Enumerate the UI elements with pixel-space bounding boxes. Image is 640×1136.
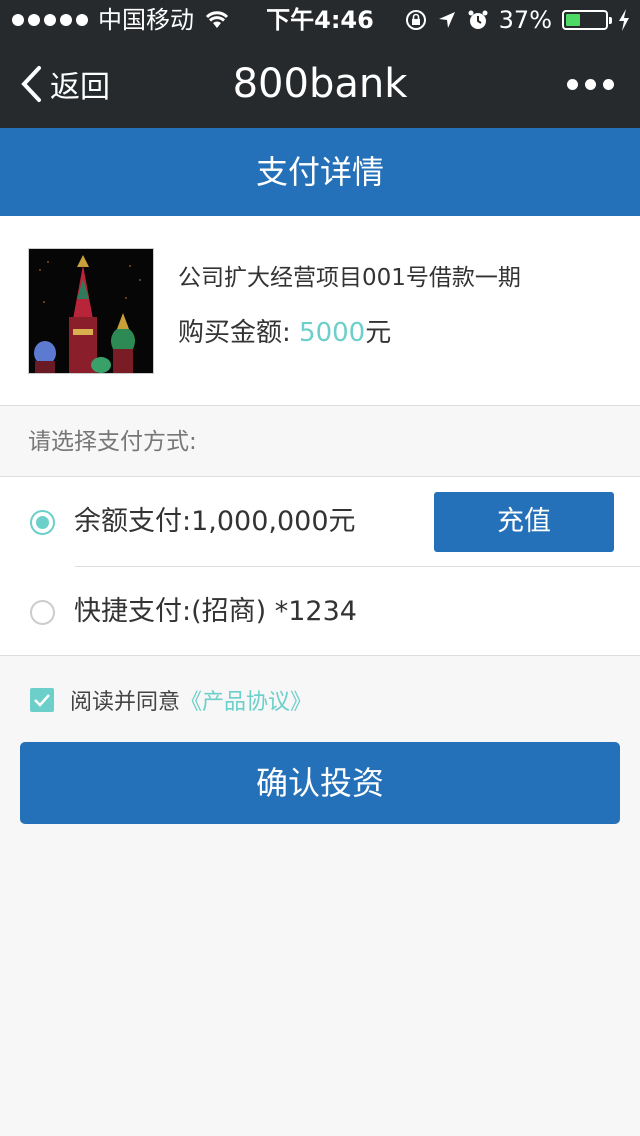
radio-selected-icon[interactable]	[30, 510, 55, 535]
agreement-text: 阅读并同意	[70, 690, 181, 715]
rotation-lock-icon	[405, 10, 426, 30]
payment-option-balance[interactable]: 余额支付:1,000,000元 充值	[0, 477, 640, 567]
agreement-row: 阅读并同意 《产品协议》	[30, 684, 312, 716]
recharge-button[interactable]: 充值	[434, 492, 614, 552]
nav-title: 800bank	[232, 61, 408, 107]
charging-bolt-icon	[619, 9, 629, 31]
payment-method-hint: 请选择支付方式:	[0, 407, 640, 477]
product-image	[28, 248, 154, 374]
product-name: 公司扩大经营项目001号借款一期	[178, 265, 521, 291]
nav-bar: 返回 800bank	[0, 40, 640, 128]
alarm-icon	[468, 10, 488, 29]
product-agreement-link[interactable]: 《产品协议》	[180, 684, 312, 716]
amount-value: 5000	[299, 318, 366, 348]
amount-label: 购买金额:	[178, 318, 291, 348]
location-arrow-icon	[438, 12, 455, 28]
battery-icon	[562, 10, 612, 30]
checkbox-checked-icon[interactable]	[30, 688, 54, 712]
product-card: 公司扩大经营项目001号借款一期 购买金额: 5000元	[0, 216, 640, 406]
battery-percent: 37%	[498, 6, 552, 34]
status-bar: 中国移动 下午4:46 37%	[0, 0, 640, 40]
purchase-amount: 购买金额: 5000元	[178, 312, 391, 349]
more-dots-icon[interactable]	[567, 40, 614, 128]
page-title: 支付详情	[0, 128, 640, 216]
payment-option-label: 快捷支付:(招商) *1234	[74, 596, 357, 627]
payment-option-label: 余额支付:1,000,000元	[74, 506, 356, 537]
radio-unselected-icon[interactable]	[30, 600, 55, 625]
payment-options: 余额支付:1,000,000元 充值 快捷支付:(招商) *1234	[0, 477, 640, 656]
payment-option-quick[interactable]: 快捷支付:(招商) *1234	[0, 567, 640, 656]
battery-level-fill	[566, 14, 581, 26]
amount-unit: 元	[365, 318, 392, 348]
confirm-investment-button[interactable]: 确认投资	[20, 742, 620, 824]
